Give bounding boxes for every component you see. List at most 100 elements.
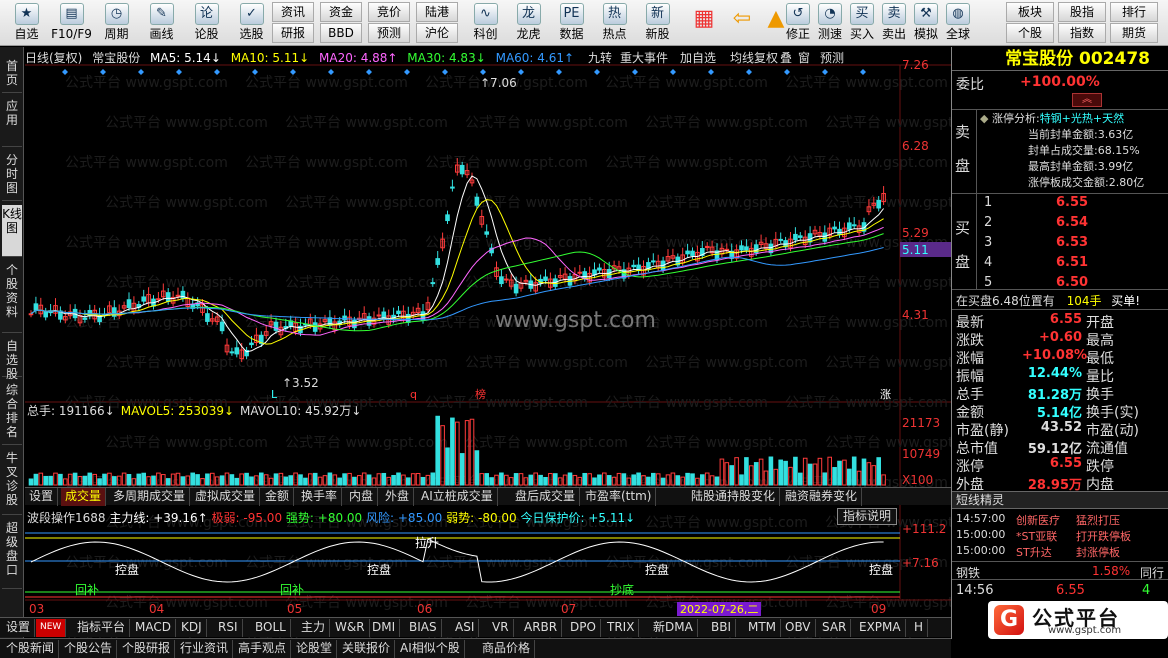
toolbar-grid-button[interactable]: 指数 xyxy=(1058,23,1106,43)
bottom-tab[interactable]: BBI xyxy=(707,619,737,637)
bottom-tab[interactable]: MTM xyxy=(744,619,782,637)
bottom-info-tab[interactable]: 行业资讯 xyxy=(176,640,234,658)
sidebar-item-5[interactable]: 自选股 xyxy=(2,337,22,381)
volume-bar xyxy=(28,478,34,486)
toolbar-grid-button[interactable]: 板块 xyxy=(1006,2,1054,22)
bottom-tab[interactable]: BIAS xyxy=(405,619,442,637)
candle-body xyxy=(582,271,588,279)
arrow-up-icon[interactable]: ▲ xyxy=(762,6,790,36)
bottom-info-tab[interactable]: 高手观点 xyxy=(234,640,292,658)
toolbar-pen-button[interactable]: ✎ 画线 xyxy=(139,2,184,44)
sidebar-item-6[interactable]: 综合排名 xyxy=(2,381,22,445)
bottom-tab[interactable]: MACD xyxy=(131,619,176,637)
color-grid-icon[interactable]: ▦ xyxy=(690,6,718,36)
bottom-tab[interactable]: TRIX xyxy=(603,619,640,637)
toolbar-grid-button[interactable]: 陆港 xyxy=(416,2,458,22)
bottom-tab[interactable]: H xyxy=(910,619,929,637)
toolbar-dragon-button[interactable]: 龙龙虎 xyxy=(507,2,550,44)
bottom-info-tab[interactable]: 论股堂 xyxy=(292,640,338,658)
toolbar-ipo-button[interactable]: 新新股 xyxy=(636,2,679,44)
toolbar-select-button[interactable]: ✓ 选股 xyxy=(229,2,274,44)
toolbar-grid-button[interactable]: BBD xyxy=(320,23,362,43)
toolbar-grid-button[interactable]: 资金 xyxy=(320,2,362,22)
toolbar-chat-button[interactable]: 论论股 xyxy=(184,2,229,44)
bottom-info-tab[interactable]: 个股公告 xyxy=(60,640,118,658)
arrow-left-icon[interactable]: ⇦ xyxy=(728,6,756,36)
sidebar-item-0[interactable]: 首页 xyxy=(2,57,22,93)
bottom-tab[interactable]: OBV xyxy=(781,619,816,637)
indicator-tab[interactable]: 融资融券变化 xyxy=(781,488,863,506)
bottom-info-tab[interactable]: 商品价格 xyxy=(478,640,536,658)
sidebar-item-4[interactable]: 个股资料 xyxy=(2,261,22,333)
indicator-tab[interactable]: 外盘 xyxy=(381,488,415,506)
bottom-tab[interactable]: SAR xyxy=(818,619,852,637)
bottom-tab[interactable]: 指标平台 xyxy=(73,619,131,637)
indicator-tab[interactable]: 市盈率(ttm) xyxy=(581,488,657,506)
toolbar-sell-button[interactable]: 卖卖出 xyxy=(878,2,910,44)
indicator-tab[interactable]: 设置 xyxy=(25,488,59,506)
kline-svg[interactable]: 公式平台 www.gspt.com 公式平台 www.gspt.com 公式平台 w… xyxy=(25,47,951,639)
toolbar-chart-button[interactable]: ∿ 科创 xyxy=(464,2,507,44)
volume-bar xyxy=(646,476,651,486)
sidebar-item-3[interactable]: K线图 xyxy=(2,205,22,257)
sidebar-item-8[interactable]: 超级盘口 xyxy=(2,519,22,589)
toolbar-pe-button[interactable]: PE 数据 xyxy=(550,2,593,44)
wizard-stock[interactable]: *ST亚联 xyxy=(1016,528,1057,544)
toolbar-grid-button[interactable]: 沪伦 xyxy=(416,23,458,43)
bottom-tab[interactable]: W&R xyxy=(331,619,370,637)
bottom-tab[interactable]: DMI xyxy=(368,619,401,637)
toolbar-globe-button[interactable]: ◍ 全球 xyxy=(942,2,974,44)
toolbar-grid-button[interactable]: 个股 xyxy=(1006,23,1054,43)
indicator-tab[interactable]: 盘后成交量 xyxy=(511,488,581,506)
bg-watermark-text: 公式平台 www.gspt.com xyxy=(65,555,228,571)
indicator-tab[interactable]: 陆股通持股变化 xyxy=(687,488,781,506)
candle-body xyxy=(342,315,347,321)
indicator-tab[interactable]: 金额 xyxy=(261,488,295,506)
toolbar-grid-button[interactable]: 预测 xyxy=(368,23,410,43)
speed-icon: ◔ xyxy=(818,3,842,25)
sidebar-item-2[interactable]: 分时图 xyxy=(2,151,22,201)
toolbar-star-button[interactable]: ★ 自选 xyxy=(4,2,49,44)
bottom-tab[interactable]: 主力 xyxy=(297,619,331,637)
bottom-info-tab[interactable]: 个股研报 xyxy=(118,640,176,658)
toolbar-hot-button[interactable]: 热热点 xyxy=(593,2,636,44)
wizard-stock[interactable]: ST升达 xyxy=(1016,544,1052,560)
toolbar-grid-button[interactable]: 股指 xyxy=(1058,2,1106,22)
bottom-tab[interactable]: DPO xyxy=(566,619,601,637)
bottom-tab[interactable]: RSI xyxy=(214,619,243,637)
wizard-stock[interactable]: 创新医疗 xyxy=(1016,512,1060,528)
sidebar-item-7[interactable]: 牛叉诊股 xyxy=(2,449,22,515)
indicator-help-button[interactable]: 指标说明 xyxy=(837,508,897,525)
bottom-tab[interactable]: VR xyxy=(488,619,514,637)
toolbar-clock-button[interactable]: ◷ 周期 xyxy=(94,2,139,44)
bottom-tab[interactable]: EXPMA xyxy=(855,619,906,637)
bottom-tab[interactable]: KDJ xyxy=(177,619,207,637)
toolbar-grid-button[interactable]: 竞价 xyxy=(368,2,410,22)
bottom-tab[interactable]: 新DMA xyxy=(649,619,698,637)
toolbar-grid-button[interactable]: 排行 xyxy=(1110,2,1158,22)
indicator-tab[interactable]: 内盘 xyxy=(345,488,379,506)
toolbar-hammer-button[interactable]: ⚒ 模拟 xyxy=(910,2,942,44)
bottom-tab[interactable]: BOLL xyxy=(251,619,291,637)
indicator-tab[interactable]: 多周期成交量 xyxy=(109,488,191,506)
bottom-info-tab[interactable]: 个股新闻 xyxy=(2,640,60,658)
bottom-tab[interactable]: ASI xyxy=(451,619,480,637)
sidebar-item-1[interactable]: 应用 xyxy=(2,97,22,147)
bottom-tab[interactable]: ARBR xyxy=(520,619,563,637)
toolbar-grid-button[interactable]: 期货 xyxy=(1110,23,1158,43)
toolbar-speed-button[interactable]: ◔ 测速 xyxy=(814,2,846,44)
toolbar-buy-button[interactable]: 买买入 xyxy=(846,2,878,44)
bottom-info-tab[interactable]: 关联报价 xyxy=(338,640,396,658)
indicator-tab[interactable]: 成交量 xyxy=(61,488,107,506)
indicator-tab[interactable]: 虚拟成交量 xyxy=(191,488,261,506)
indicator-tab[interactable]: 换手率 xyxy=(297,488,343,506)
bottom-tab[interactable]: NEW xyxy=(36,619,67,637)
bottom-tab[interactable]: 设置 xyxy=(2,619,36,637)
toolbar-f10-button[interactable]: ▤ F10/F9 xyxy=(49,2,94,44)
toolbar-grid-button[interactable]: 资讯 xyxy=(272,2,314,22)
expand-icon[interactable]: ︽ xyxy=(1072,93,1102,107)
indicator-tab[interactable]: AI立桩成交量 xyxy=(417,488,498,506)
toolbar-grid-button[interactable]: 研报 xyxy=(272,23,314,43)
kline-chart-area[interactable]: 日线(复权) 常宝股份 MA5: 5.14↓ MA10: 5.11↓ MA20:… xyxy=(25,47,951,639)
bottom-info-tab[interactable]: AI相似个股 xyxy=(396,640,465,658)
